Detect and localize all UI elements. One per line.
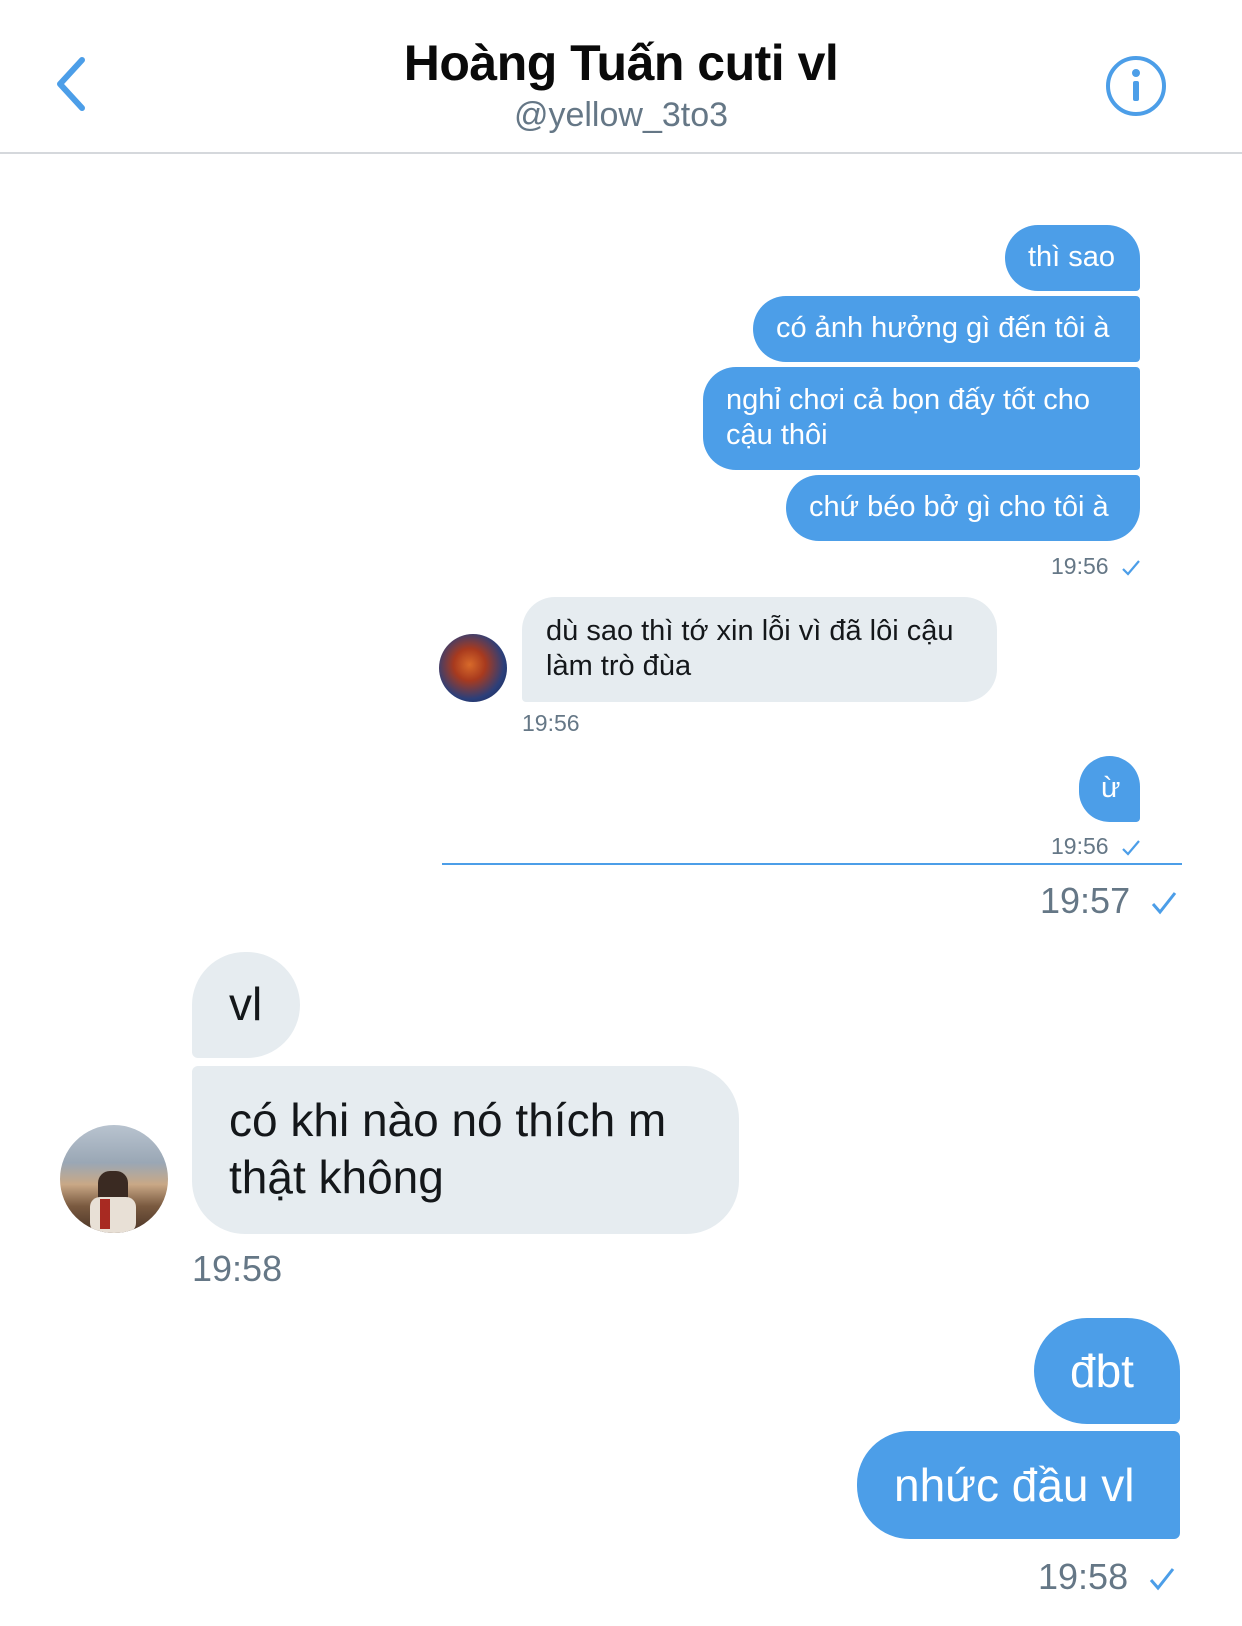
info-icon [1106, 56, 1166, 116]
check-icon [1122, 840, 1140, 856]
timestamp-text: 19:57 [1040, 880, 1131, 921]
message-bubble-outgoing[interactable]: thì sao [1005, 225, 1140, 291]
message-bubble-outgoing[interactable]: chứ béo bở gì cho tôi à [786, 475, 1140, 541]
timestamp-text: 19:56 [1051, 553, 1109, 579]
message-text: đbt [1070, 1345, 1134, 1397]
check-icon [1151, 892, 1177, 915]
message-text-line: có khi nào nó thích m [229, 1094, 667, 1146]
message-text-line: cậu thôi [726, 419, 828, 451]
conversation-header: Hoàng Tuấn cuti vl @yellow_3to3 [0, 0, 1242, 154]
message-text-line: làm trò đùa [546, 650, 692, 682]
message-text: thì sao [1028, 241, 1116, 273]
message-bubble-incoming[interactable]: vl [192, 952, 300, 1058]
message-timestamp: 19:58 [1038, 1556, 1176, 1598]
message-text-line: thật không [229, 1151, 444, 1203]
timestamp-text: 19:58 [1038, 1556, 1129, 1597]
message-timestamp: 19:57 [1040, 880, 1178, 922]
message-timestamp: 19:56 [1051, 553, 1141, 580]
message-bubble-incoming[interactable]: có khi nào nó thích m thật không [192, 1066, 739, 1234]
message-text: ừ [1101, 772, 1121, 804]
message-bubble-outgoing[interactable]: ừ [1079, 756, 1140, 822]
info-button[interactable] [1104, 54, 1168, 118]
check-icon [1149, 1568, 1175, 1591]
message-bubble-outgoing[interactable]: có ảnh hưởng gì đến tôi à [753, 296, 1140, 362]
message-timestamp: 19:56 [522, 710, 580, 737]
conversation-handle[interactable]: @yellow_3to3 [0, 96, 1242, 135]
contact-avatar[interactable] [439, 634, 507, 702]
message-bubble-incoming[interactable]: dù sao thì tớ xin lỗi vì đã lôi cậu làm … [522, 597, 997, 702]
check-icon [1122, 560, 1140, 576]
divider-line [442, 863, 1182, 865]
message-bubble-outgoing[interactable]: nghỉ chơi cả bọn đấy tốt cho cậu thôi [703, 367, 1140, 470]
message-bubble-outgoing[interactable]: nhức đầu vl [857, 1431, 1180, 1539]
message-text-line: dù sao thì tớ xin lỗi vì đã lôi cậu [546, 615, 954, 647]
conversation-title[interactable]: Hoàng Tuấn cuti vl [0, 34, 1242, 92]
message-text: vl [229, 978, 263, 1030]
message-bubble-outgoing[interactable]: đbt [1034, 1318, 1180, 1424]
message-text: nhức đầu vl [894, 1459, 1135, 1511]
message-timestamp: 19:58 [192, 1248, 282, 1290]
message-text: chứ béo bở gì cho tôi à [809, 491, 1109, 523]
contact-avatar[interactable] [60, 1125, 168, 1233]
timestamp-text: 19:58 [192, 1248, 283, 1289]
message-text: có ảnh hưởng gì đến tôi à [776, 312, 1110, 344]
timestamp-text: 19:56 [1051, 833, 1109, 859]
message-text-line: nghỉ chơi cả bọn đấy tốt cho [726, 384, 1091, 416]
timestamp-text: 19:56 [522, 710, 580, 736]
message-timestamp: 19:56 [1051, 833, 1141, 860]
